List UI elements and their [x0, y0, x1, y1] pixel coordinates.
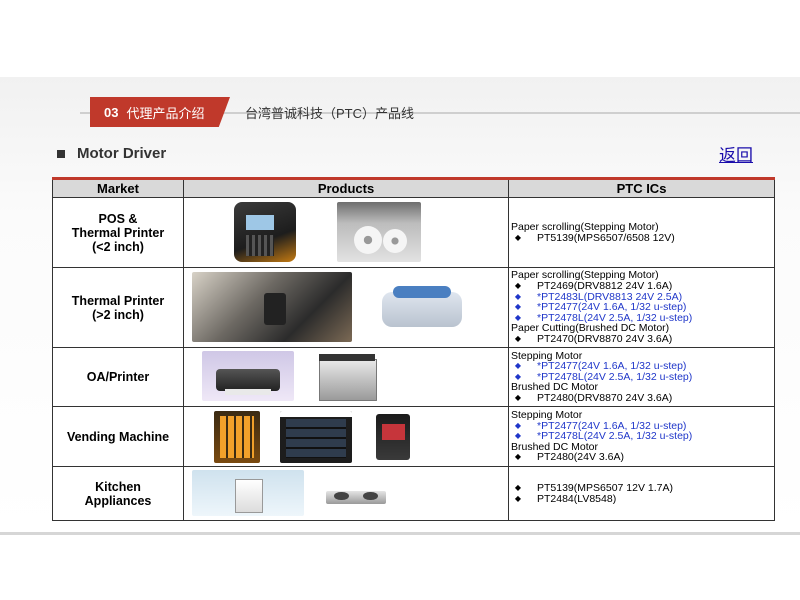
coffee-machine-image — [370, 411, 416, 463]
table-row: Thermal Printer (>2 inch) Paper scrollin… — [52, 267, 775, 348]
products-cell — [183, 267, 509, 348]
ic-text: PT2484(LV8548) — [537, 492, 617, 505]
ic-item: ◆ PT2470(DRV8870 24V 3.6A) — [509, 334, 774, 345]
market-cell: Kitchen Appliances — [52, 466, 184, 521]
products-cell — [183, 406, 509, 467]
diamond-bullet-icon: ◆ — [514, 291, 522, 301]
ic-heading: Paper scrolling(Stepping Motor) — [511, 220, 659, 233]
market-cell: OA/Printer — [52, 347, 184, 407]
market-cell: Thermal Printer (>2 inch) — [52, 267, 184, 348]
market-line: Kitchen — [95, 479, 141, 494]
ics-cell: ◆ PT5139(MPS6507 12V 1.7A) ◆ PT2484(LV8548… — [508, 466, 775, 521]
ic-text: PT5139(MPS6507/6508 12V) — [537, 231, 675, 244]
market-line: (<2 inch) — [92, 239, 144, 254]
market-line: POS & — [98, 211, 138, 226]
slide: 03 代理产品介绍 台湾普诚科技（PTC）产品线 Motor Driver 返回… — [0, 77, 800, 535]
label-printer-image — [374, 276, 470, 340]
header-market: Market — [52, 178, 184, 198]
market-line: Thermal Printer — [71, 293, 165, 308]
ic-text: PT2470(DRV8870 24V 3.6A) — [537, 332, 673, 345]
market-line: Vending Machine — [66, 429, 170, 444]
diamond-bullet-icon: ◆ — [514, 420, 522, 430]
thermal-rolls-image — [337, 202, 421, 262]
ic-item: ◆ PT2480(DRV8870 24V 3.6A) — [509, 393, 774, 404]
locker-vending-image — [280, 411, 352, 463]
header-subtitle: 台湾普诚科技（PTC）产品线 — [245, 106, 415, 121]
table-row: OA/Printer Stepping Motor ◆ *PT2477(24V 1… — [52, 347, 775, 407]
market-line: Thermal Printer — [71, 225, 165, 240]
market-line: (>2 inch) — [92, 307, 144, 322]
ic-item: ◆ PT5139(MPS6507 12V 1.7A) — [509, 483, 774, 494]
badge-label: 代理产品介绍 — [126, 105, 205, 121]
gas-cooktop-image — [320, 470, 392, 516]
ic-text: PT2480(DRV8870 24V 3.6A) — [537, 391, 673, 404]
pos-terminal-image — [234, 202, 296, 262]
diamond-bullet-icon: ◆ — [514, 392, 522, 402]
table-row: Vending Machine Stepping Motor ◆*PT2477 — [52, 406, 775, 467]
ic-text: PT5139(MPS6507 12V 1.7A) — [537, 481, 673, 494]
ic-item: ◆ PT2484(LV8548) — [509, 492, 774, 505]
water-heater-image — [192, 470, 304, 516]
motor-driver-table: Market Products PTC ICs POS & Thermal Pr… — [52, 177, 775, 521]
copier-image — [316, 351, 378, 401]
market-line: Appliances — [84, 493, 152, 508]
table-row: POS & Thermal Printer (<2 inch) Paper sc… — [52, 197, 775, 268]
ic-item: ◆ PT5139(MPS6507/6508 12V) — [509, 231, 774, 244]
ics-cell: Paper scrolling(Stepping Motor) ◆ PT5139(… — [508, 197, 775, 268]
table-row: Kitchen Appliances ◆ PT5139(MPS6507 12V 1… — [52, 466, 775, 521]
ics-cell: Stepping Motor ◆ *PT2477(24V 1.6A, 1/32 u… — [508, 347, 775, 407]
diamond-bullet-icon: ◆ — [514, 302, 522, 312]
diamond-bullet-icon: ◆ — [514, 361, 522, 371]
products-cell — [183, 197, 509, 268]
back-link[interactable]: 返回 — [719, 141, 753, 166]
diamond-bullet-icon: ◆ — [514, 333, 522, 343]
products-cell — [183, 466, 509, 521]
market-cell: Vending Machine — [52, 406, 184, 467]
ic-text: PT2480(24V 3.6A) — [537, 451, 624, 464]
table-header-row: Market Products PTC ICs — [52, 178, 775, 198]
footer-rule — [0, 532, 800, 535]
diamond-bullet-icon: ◆ — [514, 493, 522, 503]
square-bullet-icon — [57, 149, 65, 158]
section-title-text: Motor Driver — [77, 145, 167, 162]
inkjet-printer-image — [202, 351, 294, 401]
header-products: Products — [183, 178, 509, 198]
handheld-printer-image — [192, 272, 352, 342]
market-line: OA/Printer — [86, 370, 150, 384]
ics-cell: Paper scrolling(Stepping Motor) ◆ PT2469(… — [508, 267, 775, 348]
diamond-bullet-icon: ◆ — [514, 452, 522, 462]
diamond-bullet-icon: ◆ — [514, 232, 522, 242]
ic-item: ◆ PT2480(24V 3.6A) — [509, 452, 774, 463]
section-badge: 03 代理产品介绍 — [90, 97, 230, 127]
badge-number: 03 — [104, 104, 119, 120]
diamond-bullet-icon: ◆ — [514, 281, 522, 291]
ics-cell: Stepping Motor ◆ *PT2477(24V 1.6A, 1/32 u… — [508, 406, 775, 467]
header-ptc-ics: PTC ICs — [508, 178, 775, 198]
section-title: Motor Driver — [57, 145, 166, 162]
diamond-bullet-icon: ◆ — [514, 482, 522, 492]
products-cell — [183, 347, 509, 407]
vending-machine-image — [214, 411, 260, 463]
market-cell: POS & Thermal Printer (<2 inch) — [52, 197, 184, 268]
